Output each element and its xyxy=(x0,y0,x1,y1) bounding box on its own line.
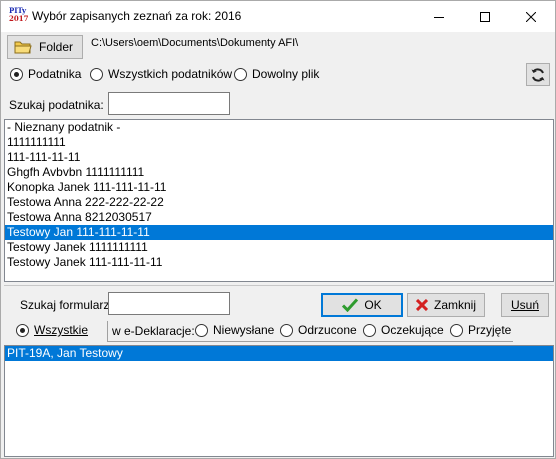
delete-button[interactable]: Usuń xyxy=(501,293,549,317)
radio-unselected-icon xyxy=(90,67,103,81)
section-divider xyxy=(4,285,554,286)
radio-unselected-icon xyxy=(450,323,463,337)
radio-unselected-icon xyxy=(195,323,208,337)
list-item[interactable]: Ghgfh Avbvbn 1111111111 xyxy=(5,165,553,180)
app-logo-icon: PITy 2017 xyxy=(9,7,29,26)
radio-label: Wszystkich podatników xyxy=(108,67,233,81)
radio-label: Niewysłane xyxy=(213,323,275,337)
list-item[interactable]: 1111111111 xyxy=(5,135,553,150)
close-button[interactable]: Zamknij xyxy=(407,293,485,317)
checkmark-icon xyxy=(342,298,359,312)
refresh-button[interactable] xyxy=(526,63,550,86)
minimize-icon xyxy=(434,16,444,18)
title-bar[interactable]: PITy 2017 Wybór zapisanych zeznań za rok… xyxy=(1,1,555,32)
list-item[interactable]: Testowy Janek 1111111111 xyxy=(5,240,553,255)
folder-path: C:\Users\oem\Documents\Dokumenty AFI\ xyxy=(91,37,299,49)
radio-label: Przyjęte xyxy=(468,323,512,337)
ok-button[interactable]: OK xyxy=(321,293,403,317)
radio-label: Podatnika xyxy=(28,67,82,81)
radio-przyjete[interactable]: Przyjęte xyxy=(450,323,511,337)
folder-icon xyxy=(14,41,32,54)
radio-unselected-icon xyxy=(363,323,376,337)
list-item-selected[interactable]: PIT-19A, Jan Testowy xyxy=(5,346,553,361)
search-form-label: Szukaj formularz: xyxy=(20,298,113,312)
radio-label: Oczekujące xyxy=(381,323,444,337)
minimize-button[interactable] xyxy=(416,1,462,32)
window-title: Wybór zapisanych zeznań za rok: 2016 xyxy=(32,9,242,23)
dialog-window: PITy 2017 Wybór zapisanych zeznań za rok… xyxy=(0,0,556,459)
radio-selected-icon xyxy=(16,323,29,337)
x-icon xyxy=(415,299,428,311)
radio-dowolny-plik[interactable]: Dowolny plik xyxy=(234,67,319,81)
search-taxpayer-input[interactable] xyxy=(108,92,230,115)
list-item[interactable]: Testowa Anna 222-222-22-22 xyxy=(5,195,553,210)
radio-wszystkich-podatnikow[interactable]: Wszystkich podatników xyxy=(90,67,232,81)
list-item-selected[interactable]: Testowy Jan 111-111-11-11 xyxy=(5,225,553,240)
radio-label: Wszystkie xyxy=(34,323,88,337)
close-icon xyxy=(526,11,536,22)
group-border xyxy=(107,341,513,342)
radio-niewyslane[interactable]: Niewysłane xyxy=(195,323,274,337)
search-form-input[interactable] xyxy=(108,292,230,315)
maximize-icon xyxy=(480,11,490,22)
radio-selected-icon xyxy=(10,67,23,81)
radio-label: Odrzucone xyxy=(298,323,357,337)
list-item[interactable]: 111-111-11-11 xyxy=(5,150,553,165)
radio-wszystkie[interactable]: Wszystkie xyxy=(16,323,88,337)
group-border xyxy=(107,321,108,342)
close-window-button[interactable] xyxy=(508,1,554,32)
delete-label: Usuń xyxy=(510,298,539,312)
forms-list[interactable]: PIT-19A, Jan Testowy xyxy=(4,345,554,457)
radio-label: Dowolny plik xyxy=(252,67,320,81)
close-label: Zamknij xyxy=(433,298,476,312)
folder-button-label: Folder xyxy=(39,40,74,54)
radio-podatnika[interactable]: Podatnika xyxy=(10,67,81,81)
list-item[interactable]: Testowy Janek 111-111-11-11 xyxy=(5,255,553,270)
radio-odrzucone[interactable]: Odrzucone xyxy=(280,323,357,337)
list-item[interactable]: Testowa Anna 8212030517 xyxy=(5,210,553,225)
folder-button[interactable]: Folder xyxy=(7,35,83,59)
list-item[interactable]: Konopka Janek 111-111-11-11 xyxy=(5,180,553,195)
app-logo-year: 2017 xyxy=(9,14,29,23)
list-item[interactable]: - Nieznany podatnik - xyxy=(5,120,553,135)
radio-unselected-icon xyxy=(234,67,247,81)
search-taxpayer-label: Szukaj podatnika: xyxy=(9,98,104,112)
taxpayer-list[interactable]: - Nieznany podatnik - 1111111111 111-111… xyxy=(4,119,554,282)
e-declarations-group-label: w e-Deklaracje: xyxy=(112,324,195,338)
refresh-icon xyxy=(531,67,545,82)
radio-unselected-icon xyxy=(280,323,293,337)
maximize-button[interactable] xyxy=(462,1,508,32)
radio-oczekujace[interactable]: Oczekujące xyxy=(363,323,444,337)
ok-label: OK xyxy=(364,298,382,312)
